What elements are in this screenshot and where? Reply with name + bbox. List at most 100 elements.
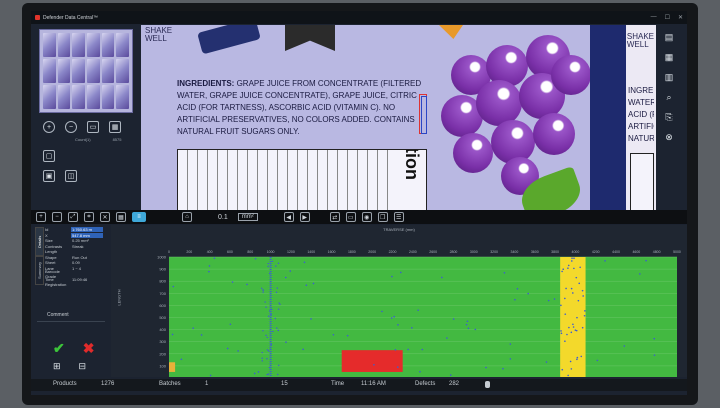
defect-point [171,333,174,336]
defect-point [485,366,487,369]
tab-details[interactable]: Details [35,227,44,256]
defect-point [265,334,267,337]
chart-svg[interactable]: 0100200300400500600700800900100002004006… [111,225,687,377]
compare-icon[interactable]: ◫ [65,170,77,182]
stop-icon[interactable]: ⊗ [663,131,675,143]
x-tick-label: 3800 [551,250,559,254]
defect-point [503,271,506,274]
prev-icon[interactable]: ◀ [283,212,294,222]
frame-icon[interactable]: ▢ [43,150,55,162]
crop-icon[interactable]: ⌗ [84,212,94,222]
maximize-button[interactable]: ☐ [665,14,670,21]
search-icon[interactable]: ⌕ [663,91,675,103]
close-button[interactable]: ✕ [678,14,683,21]
tree-icon[interactable]: ⊞ [53,361,61,372]
defect-point [604,260,606,262]
folder-icon[interactable]: ▤ [663,31,675,43]
defect-point [277,373,279,376]
details-row[interactable]: X 547.8 mm [45,232,103,239]
details-row[interactable]: Id 1:760.63 m [45,227,103,233]
defect-point [269,346,271,349]
accept-button[interactable]: ✔ [53,340,65,357]
defect-point [310,318,312,320]
details-value: Run Out [72,254,87,260]
lock-icon[interactable]: ⌂ [182,212,192,222]
minimize-button[interactable]: — [651,14,657,21]
fit-icon[interactable]: ⤢ [68,212,78,222]
screen-icon[interactable]: ▭ [345,212,356,222]
label-blue-band [590,25,626,215]
plot-area [169,257,677,377]
label-image-view[interactable]: SHAKE WELL INGREDIENTS: GRAPE JUICE FROM … [141,25,656,215]
defect-point [393,315,395,318]
ingredients-text: INGREDIENTS: GRAPE JUICE FROM CONCENTRAT… [177,79,422,136]
image-icon[interactable]: ▣ [43,170,55,182]
defect-point [564,313,567,315]
zoom-in-icon[interactable]: + [43,121,55,133]
defect-point [261,360,263,362]
zoom-in-icon[interactable]: + [36,212,46,222]
layout-icon[interactable]: ▦ [116,212,126,222]
details-row[interactable]: Shape Run Out [45,255,103,261]
title-bar: Defender Data Central™ — ☐ ✕ [31,11,687,24]
x-tick-label: 1000 [267,250,275,254]
defect-marker[interactable] [419,94,427,134]
details-row[interactable]: Time 11:09:46 [45,277,103,283]
defect-point [417,309,419,311]
batches-value: 1 [205,381,209,387]
comment-label: Comment [47,312,69,318]
defect-point [246,283,248,286]
table-icon[interactable]: ▦ [663,51,675,63]
unit-select[interactable]: mm² [237,213,258,221]
defect-point [226,347,229,350]
monitor-icon[interactable]: ▭ [87,121,99,133]
zoom-out-icon[interactable]: − [52,212,62,222]
defect-point [407,348,409,351]
defect-point [394,349,397,351]
report-icon[interactable]: ☰ [393,212,404,222]
reject-button[interactable]: ✖ [83,340,95,357]
defect-point [562,268,565,271]
grid-icon[interactable]: ▦ [109,121,121,133]
defect-point [573,257,575,260]
database-icon[interactable] [485,381,490,388]
defect-point [271,308,273,311]
details-key: Sheet [45,260,56,266]
export-icon[interactable]: ⎘ [663,111,675,123]
layers-icon[interactable]: ▥ [663,71,675,83]
defect-point [466,320,469,323]
details-row[interactable]: Size 0.25 mm² [45,238,103,244]
tag-icon[interactable]: ⊟ [79,361,87,372]
ingredients-right-text: INGREDIENTSWATER, GRAPE JACID (FOR TARTI… [628,86,654,143]
defect-point [266,373,268,376]
defect-point [568,326,570,329]
comment-field[interactable] [37,321,105,322]
defect-point [560,304,562,307]
chart-mode-icon[interactable]: ≡ [132,212,146,222]
defect-point [276,327,278,329]
zoom-out-icon[interactable]: − [65,121,77,133]
defect-point [580,355,583,358]
label-thumbnail[interactable] [39,29,133,113]
next-icon[interactable]: ▶ [299,212,310,222]
defect-point [208,265,211,267]
defect-point [289,270,292,272]
details-row[interactable]: Contrasts Streak [45,244,103,250]
defect-point [275,291,278,294]
details-row[interactable]: Sheet 0.09 [45,260,103,266]
defect-point [270,343,273,345]
defect-point [572,323,574,326]
delete-icon[interactable]: ✕ [100,212,110,222]
split-icon[interactable]: ⇄ [329,212,340,222]
copy-icon[interactable]: ❐ [377,212,388,222]
tab-summary[interactable]: Summary [35,256,44,285]
defect-point [565,287,567,290]
defect-point [275,265,277,267]
threshold-value[interactable]: 0.1 [218,214,228,221]
status-field-value: 15 [281,381,288,387]
defect-point [561,270,563,273]
x-tick-label: 2400 [409,250,417,254]
defect-map-chart[interactable]: TRAVERSE (mm) LENGTH 0100200300400500600… [111,225,687,377]
details-row[interactable]: Registration [45,282,103,288]
camera-icon[interactable]: ◉ [361,212,372,222]
